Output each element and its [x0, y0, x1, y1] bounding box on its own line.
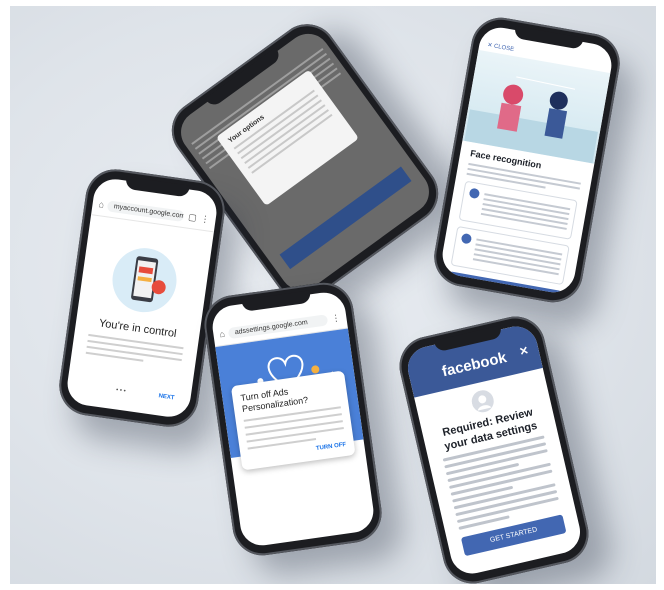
phone-ads-settings: ⌂ adssettings.google.com ⋮ Turn off Ads … [200, 278, 386, 560]
dim-bottom-button[interactable] [279, 166, 412, 270]
phone-screen: ⌂ myaccount.google.com ▢ ⋮ You're in con… [64, 176, 220, 420]
phone-facebook-review: facebook ✕ Required: Review your data se… [393, 310, 595, 584]
phone-in-control: ⌂ myaccount.google.com ▢ ⋮ You're in con… [55, 165, 229, 431]
phone-screen: ✕ CLOSE Face recognition CONTINUE [439, 24, 615, 296]
tabs-icon[interactable]: ▢ [187, 211, 198, 223]
facebook-logo: facebook [440, 349, 509, 381]
facebook-body: Required: Review your data settings GET … [414, 368, 584, 575]
menu-icon[interactable]: ⋮ [331, 312, 341, 324]
back-button[interactable] [83, 383, 84, 389]
browser-url-bar[interactable]: ⌂ myaccount.google.com ▢ ⋮ [91, 192, 218, 233]
home-icon[interactable]: ⌂ [219, 329, 226, 340]
close-icon[interactable]: ✕ [518, 344, 530, 359]
turn-off-dialog: Turn off Ads Personalization? TURN OFF [230, 370, 356, 471]
product-photo: Your options ✕ CLOSE Face recognition CO… [10, 6, 656, 584]
check-icon [460, 232, 473, 245]
phone-screen: ⌂ adssettings.google.com ⋮ Turn off Ads … [209, 289, 377, 549]
pager-bar: • • • NEXT [67, 380, 191, 403]
close-icon: ✕ [486, 42, 493, 50]
phone-illustration [78, 237, 211, 324]
pager-dots: • • • [115, 387, 127, 395]
home-icon[interactable]: ⌂ [98, 199, 105, 210]
phone-screen: facebook ✕ Required: Review your data se… [403, 322, 585, 578]
next-button[interactable]: NEXT [158, 393, 175, 401]
phone-face-recognition: ✕ CLOSE Face recognition CONTINUE [429, 13, 625, 307]
menu-icon[interactable]: ⋮ [200, 213, 210, 225]
url-field[interactable]: myaccount.google.com [107, 199, 186, 222]
check-icon [468, 187, 481, 200]
